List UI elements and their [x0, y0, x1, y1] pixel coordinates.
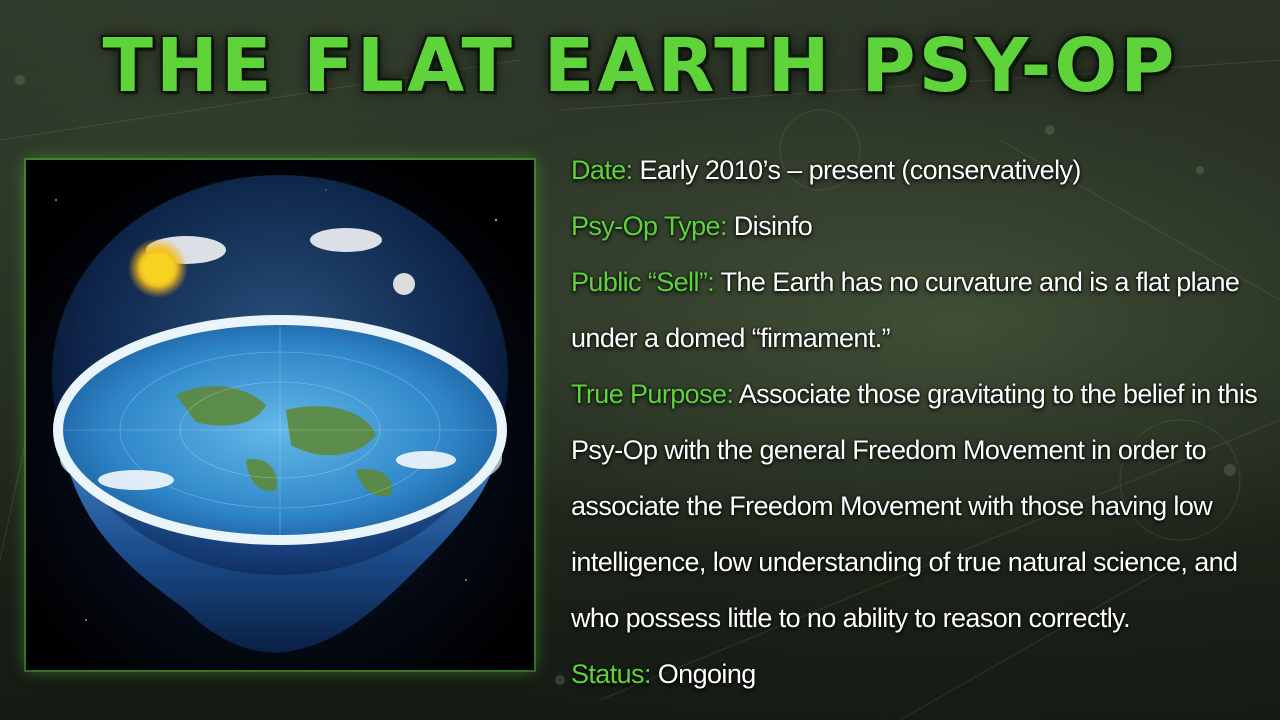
date-row: Date: Early 2010’s – present (conservati…: [571, 142, 1261, 198]
date-value: Early 2010’s – present (conservatively): [639, 155, 1081, 185]
purpose-value: Associate those gravitating to the belie…: [571, 379, 1258, 633]
status-row: Status: Ongoing: [571, 646, 1261, 702]
flat-earth-dome-icon: [26, 160, 534, 670]
purpose-label: True Purpose:: [571, 379, 734, 409]
sell-label: Public “Sell”:: [571, 267, 715, 297]
sell-row: Public “Sell”: The Earth has no curvatur…: [571, 254, 1261, 366]
type-row: Psy-Op Type: Disinfo: [571, 198, 1261, 254]
status-value: Ongoing: [657, 659, 756, 689]
info-panel: Date: Early 2010’s – present (conservati…: [571, 142, 1261, 702]
flat-earth-image: [26, 160, 534, 670]
date-label: Date:: [571, 155, 633, 185]
page-title: THE FLAT EARTH PSY-OP: [102, 23, 1178, 109]
type-value: Disinfo: [733, 211, 813, 241]
purpose-row: True Purpose: Associate those gravitatin…: [571, 366, 1261, 646]
type-label: Psy-Op Type:: [571, 211, 727, 241]
status-label: Status:: [571, 659, 651, 689]
